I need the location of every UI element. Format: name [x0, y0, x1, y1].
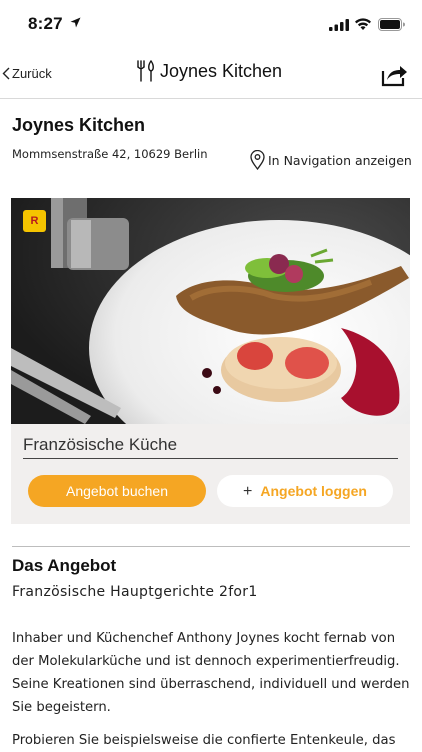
cellular-signal-icon [329, 19, 349, 31]
navigation-link-label: In Navigation anzeigen [268, 152, 412, 168]
restaurant-card: R Französische Küche Angebot buchen + Ang… [11, 198, 410, 524]
map-pin-icon [250, 150, 265, 170]
food-image [11, 198, 410, 424]
log-offer-label: Angebot loggen [260, 483, 367, 499]
offer-description-continued: Probieren Sie beispielsweise die confier… [12, 733, 396, 748]
book-offer-button[interactable]: Angebot buchen [28, 475, 206, 507]
back-button[interactable]: Zurück [2, 66, 52, 81]
offer-heading: Das Angebot [12, 556, 117, 575]
nav-title-text: Joynes Kitchen [160, 60, 283, 81]
restaurant-name: Joynes Kitchen [12, 115, 146, 135]
back-label: Zurück [12, 66, 52, 81]
status-bar: 8:27 [0, 0, 422, 48]
battery-icon [378, 18, 405, 31]
share-icon[interactable] [381, 63, 409, 87]
offer-description: Inhaber und Küchenchef Anthony Joynes ko… [12, 631, 410, 715]
offer-subtitle: Französische Hauptgerichte 2for1 [12, 584, 258, 600]
status-time: 8:27 [28, 14, 63, 33]
rating-badge: R [23, 210, 46, 232]
location-arrow-icon [70, 17, 81, 28]
restaurant-photo: R [11, 198, 410, 424]
section-divider [12, 546, 410, 547]
chevron-left-icon [2, 67, 10, 80]
navigation-bar: Zurück Joynes Kitchen [0, 48, 422, 99]
restaurant-address: Mommsenstraße 42, 10629 Berlin [12, 147, 208, 161]
nav-title: Joynes Kitchen [136, 60, 282, 82]
show-in-navigation-link[interactable]: In Navigation anzeigen [250, 150, 412, 170]
cutlery-icon [137, 60, 154, 82]
cuisine-label: Französische Küche [23, 435, 398, 459]
wifi-icon [355, 18, 371, 30]
plus-icon: + [243, 483, 253, 500]
log-offer-button[interactable]: + Angebot loggen [217, 475, 393, 507]
